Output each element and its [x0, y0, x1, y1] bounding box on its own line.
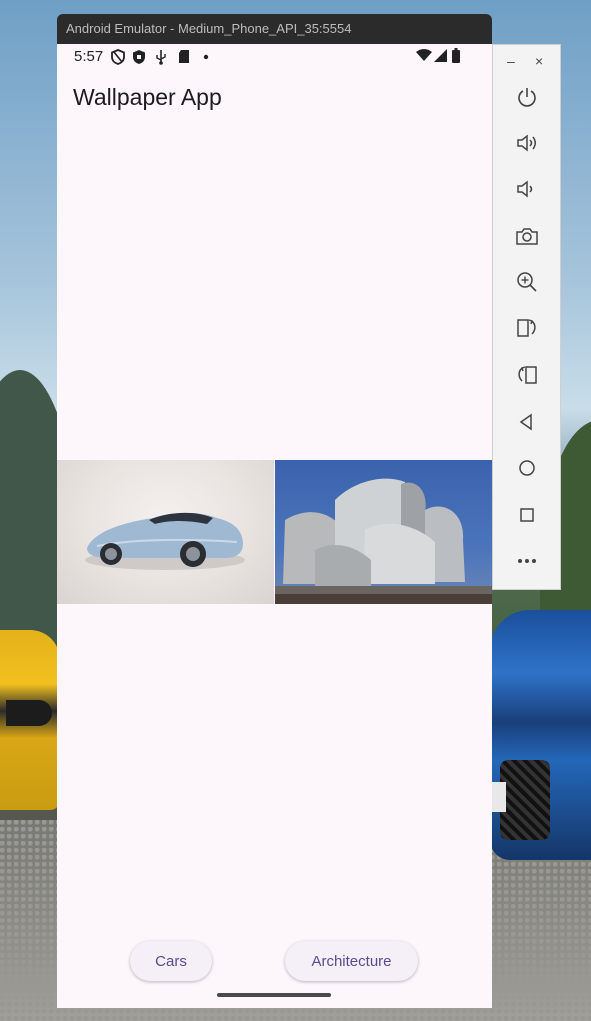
more-button[interactable]	[493, 539, 560, 583]
wallpaper-blue-car-plate	[492, 782, 506, 812]
camera-icon	[515, 228, 538, 245]
volume-down-icon	[516, 180, 532, 198]
cars-button[interactable]: Cars	[130, 941, 212, 981]
zoom-icon	[516, 272, 537, 292]
rotate-right-icon	[517, 366, 537, 384]
overview-button[interactable]	[493, 493, 560, 537]
volume-down-button[interactable]	[493, 167, 560, 211]
home-button[interactable]	[493, 446, 560, 490]
shield-icon	[111, 49, 125, 65]
volume-up-icon	[516, 134, 536, 152]
app-title: Wallpaper App	[73, 84, 222, 110]
screenshot-button[interactable]	[493, 214, 560, 258]
usb-icon	[156, 50, 166, 65]
power-icon	[517, 88, 536, 107]
wifi-icon	[416, 49, 432, 61]
signal-icon	[434, 49, 447, 62]
minimize-button[interactable]: –	[507, 53, 515, 69]
wallpaper-blue-car-grille	[500, 760, 550, 840]
window-title: Android Emulator - Medium_Phone_API_35:5…	[66, 21, 352, 36]
rotate-right-button[interactable]	[493, 353, 560, 397]
power-button[interactable]	[493, 75, 560, 119]
zoom-button[interactable]	[493, 260, 560, 304]
emulator-titlebar[interactable]: Android Emulator - Medium_Phone_API_35:5…	[57, 14, 492, 44]
car-image[interactable]	[57, 460, 274, 604]
back-icon	[519, 413, 532, 431]
sd-card-icon	[179, 50, 189, 63]
status-time: 5:57	[74, 48, 104, 65]
status-bar: 5:57	[57, 44, 492, 70]
rotate-left-button[interactable]	[493, 306, 560, 350]
rotate-left-icon	[516, 319, 536, 337]
back-button[interactable]	[493, 400, 560, 444]
wallpaper-yellow-car-light	[6, 700, 52, 726]
architecture-button[interactable]: Architecture	[285, 941, 418, 981]
vpn-shield-icon	[133, 50, 145, 64]
gesture-navigation-bar[interactable]	[217, 993, 331, 997]
volume-up-button[interactable]	[493, 121, 560, 165]
architecture-image-art	[275, 478, 492, 604]
architecture-image[interactable]	[275, 460, 492, 604]
dot-icon	[203, 54, 209, 60]
car-image-art	[85, 512, 245, 570]
home-icon	[518, 460, 535, 476]
emulator-toolbar: – ×	[492, 44, 561, 590]
phone-screen: 5:57 Wallpaper App Cars Architecture	[57, 44, 492, 1008]
battery-icon	[452, 48, 460, 63]
emulator-window: Android Emulator - Medium_Phone_API_35:5…	[57, 14, 492, 1008]
wallpaper-gallery	[57, 460, 492, 604]
more-icon	[517, 559, 536, 563]
close-button[interactable]: ×	[535, 53, 543, 69]
overview-icon	[519, 508, 534, 522]
